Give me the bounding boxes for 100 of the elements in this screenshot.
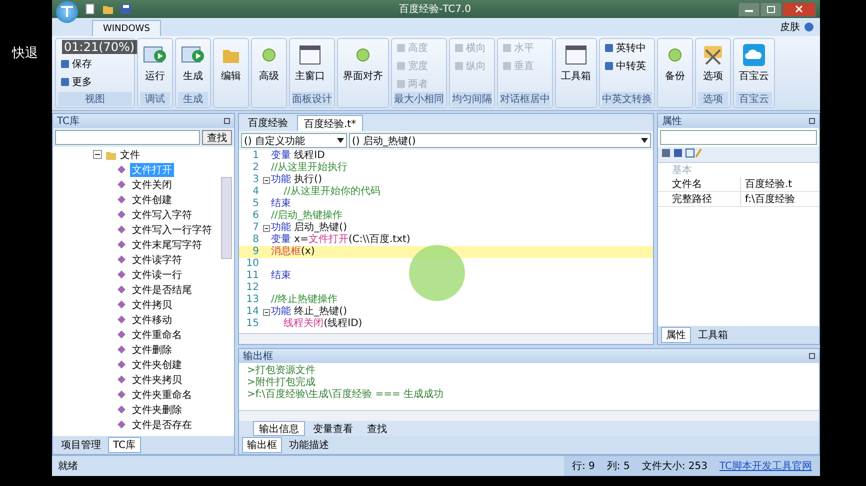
property-category: 基本 [671, 164, 693, 177]
file-size: 文件大小: 253 [642, 460, 708, 473]
property-name: 完整路径 [658, 192, 741, 206]
pin-icon[interactable] [809, 353, 815, 359]
panel-tab[interactable]: 项目管理 [56, 437, 106, 453]
fold-icon[interactable] [262, 308, 270, 316]
tree-item[interactable]: 文件拷贝 [130, 298, 174, 312]
ribbon-button[interactable]: 备份 [660, 40, 690, 92]
website-link[interactable]: TC脚本开发工具官网 [719, 459, 812, 473]
group-label: 百宝云 [736, 92, 772, 106]
ribbon-button[interactable]: 生成 [178, 40, 208, 92]
ribbon-button[interactable]: 百宝云 [736, 40, 772, 92]
skin-menu[interactable]: 皮肤 [780, 20, 800, 34]
output-line: >打包资源文件 [247, 365, 316, 376]
pin-icon[interactable] [809, 118, 815, 124]
new-file-icon[interactable] [84, 3, 96, 15]
output-tab[interactable]: 变量查看 [307, 421, 359, 436]
property-value: f:\百度经验 [744, 192, 795, 206]
tree-item[interactable]: 文件是否结尾 [130, 282, 194, 296]
scope-dropdown[interactable]: () 自定义功能 [241, 133, 347, 148]
close-button[interactable] [782, 2, 816, 16]
ribbon-tab[interactable]: WINDOWS [92, 20, 161, 36]
maximize-icon [767, 6, 775, 12]
panel-title: 输出框 [243, 350, 273, 363]
ribbon-button[interactable]: 选项 [698, 40, 728, 92]
ribbon-small-button[interactable]: 更多 [58, 74, 94, 90]
code-line: 3 功能 执行() [252, 174, 323, 186]
group-label: 对话框居中 [500, 92, 550, 106]
maximize-button[interactable] [760, 2, 782, 16]
tree-item[interactable]: 文件夹删除 [130, 402, 184, 416]
fold-icon[interactable] [262, 176, 270, 184]
tree-item[interactable]: 文件关闭 [130, 178, 174, 192]
code-line: 13 //终止热键操作 [245, 294, 339, 306]
window-icon [298, 44, 322, 66]
output-line: >附件打包完成 [247, 377, 316, 388]
tree-item[interactable]: 文件创建 [130, 192, 174, 206]
folder-icon[interactable] [102, 3, 114, 15]
status-message: 就绪 [57, 460, 78, 473]
ribbon-button[interactable]: 界面对齐 [340, 40, 386, 92]
ribbon-small-button[interactable]: 保存 [58, 56, 94, 72]
panel-tab[interactable]: 输出框 [242, 437, 282, 453]
scrollbar[interactable] [239, 333, 653, 344]
window-title: 百度经验-TC7.0 [398, 2, 472, 16]
ribbon-small-button[interactable]: 英转中 [602, 40, 648, 56]
pin-icon[interactable] [224, 118, 230, 124]
code-line: 14 功能 终止_热键() [245, 306, 348, 318]
collapse-toggle[interactable] [93, 150, 102, 159]
group-label: 中英文转换 [602, 92, 652, 106]
search-button[interactable]: 查找 [202, 130, 232, 145]
ribbon-small-button[interactable]: 中转英 [602, 58, 648, 74]
fold-icon[interactable] [262, 224, 270, 232]
tree-item[interactable]: 文件夹创建 [130, 358, 184, 372]
save-icon[interactable] [120, 3, 132, 15]
group-label: 面板设计 [292, 92, 332, 106]
document-tab[interactable]: 百度经验.t* [297, 115, 364, 131]
tree-item[interactable]: 文件删除 [130, 342, 174, 356]
panel-title: TC库 [57, 114, 80, 128]
scrollbar[interactable] [221, 177, 232, 259]
panel-tab[interactable]: 属性 [661, 327, 691, 343]
tree-item[interactable]: 文件是否存在 [130, 418, 194, 432]
ribbon-button[interactable]: 主窗口 [292, 40, 328, 92]
search-field[interactable] [55, 130, 200, 145]
tree-item[interactable]: 文件移动 [130, 312, 174, 326]
tree-item[interactable]: 文件重命名 [130, 328, 184, 342]
tree-item[interactable]: 文件夹拷贝 [130, 372, 184, 386]
code-line: 10 [245, 258, 260, 270]
tree-item[interactable]: 文件 [120, 148, 140, 162]
playback-time: 01:21(70%) [62, 40, 137, 54]
output-tab[interactable]: 输出信息 [253, 421, 305, 436]
panel-tab[interactable]: 工具箱 [693, 327, 733, 343]
panel-tab[interactable]: 功能描述 [284, 437, 334, 453]
output-line: >f:\百度经验\生成\百度经验 === 生成成功 [247, 389, 445, 401]
group-label: 调试 [140, 92, 170, 106]
tree-item[interactable]: 文件读字符 [130, 252, 184, 266]
tree-item[interactable]: 文件写入字符 [130, 208, 194, 222]
group-label: 生成 [178, 92, 208, 106]
document-tab[interactable]: 百度经验 [241, 115, 295, 131]
function-dropdown[interactable]: () 启动_热键() [349, 133, 651, 148]
caret-icon [337, 138, 344, 143]
tree-item[interactable]: 文件写入一行字符 [130, 222, 214, 236]
rewind-label: 快退 [12, 45, 38, 62]
ribbon-button[interactable]: 高级 [254, 40, 284, 92]
tree-item[interactable]: 文件末尾写字符 [130, 238, 204, 252]
tree-item[interactable]: 文件读一行 [130, 268, 184, 282]
toolbar-icons[interactable] [662, 148, 702, 158]
code-line: 5 结束 [252, 198, 292, 210]
property-name: 文件名 [658, 177, 741, 191]
ribbon-button[interactable]: 运行 [140, 40, 170, 92]
ribbon-button[interactable]: 编辑 [216, 40, 246, 92]
group-label: 均匀间隔 [452, 92, 492, 106]
minimize-button[interactable] [738, 2, 760, 16]
tree-item[interactable]: 文件夹重命名 [130, 388, 194, 402]
scrollbar[interactable] [239, 410, 819, 421]
ribbon-button[interactable]: 工具箱 [558, 40, 594, 92]
output-tab[interactable]: 查找 [361, 421, 393, 436]
app-menu-button[interactable] [56, 1, 78, 23]
group-label: 视图 [58, 92, 132, 106]
cursor-column: 列: 5 [606, 459, 630, 473]
panel-tab[interactable]: TC库 [108, 437, 141, 453]
caret-icon [641, 138, 648, 143]
